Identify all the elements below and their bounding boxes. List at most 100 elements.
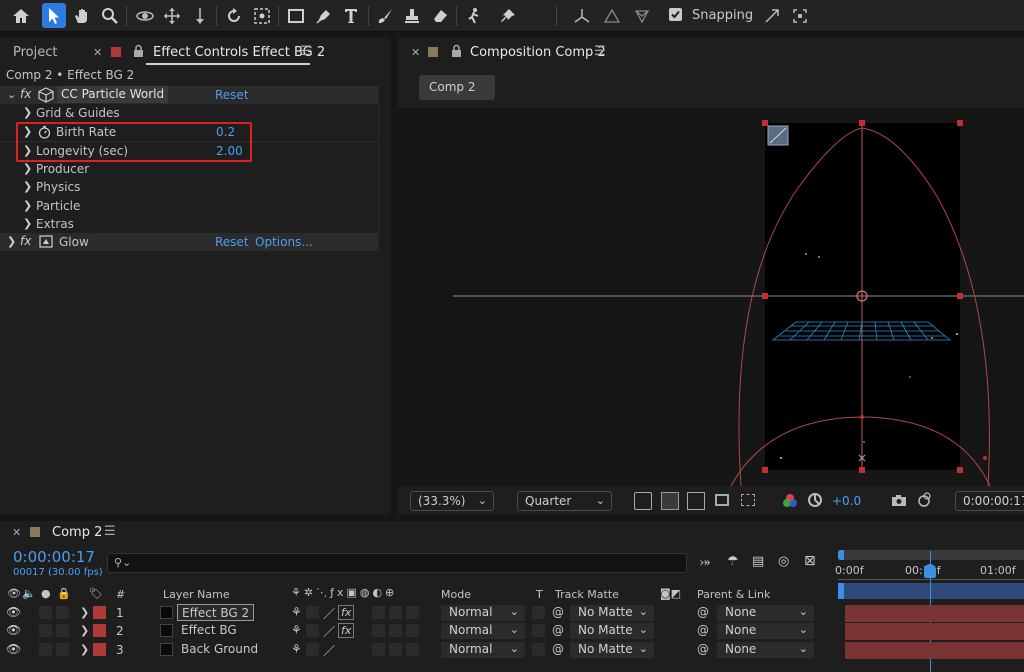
brush-tool-icon[interactable] <box>373 3 397 28</box>
layer-duration-bar[interactable] <box>845 623 1024 640</box>
pick-whip-icon[interactable]: @ <box>697 623 709 637</box>
track-matte-dropdown[interactable]: No Matte ⌄ <box>570 642 654 658</box>
resolution-dropdown[interactable]: Quarter ⌄ <box>517 491 612 511</box>
adjustment-switch[interactable] <box>389 643 402 656</box>
lock-icon[interactable] <box>133 44 144 57</box>
3d-layer-switch[interactable] <box>406 624 419 637</box>
lock-column-icon[interactable]: 🔒 <box>57 587 71 600</box>
close-tab-icon[interactable]: ✕ <box>411 46 420 59</box>
layer-color-label[interactable] <box>93 624 106 637</box>
preserve-transparency-switch[interactable] <box>532 624 545 637</box>
panel-menu-icon[interactable]: ☰ <box>300 44 312 59</box>
frame-blending-icon[interactable]: ▤ <box>752 554 764 569</box>
channel-icon[interactable] <box>782 493 798 509</box>
rotate-tool-icon[interactable] <box>222 3 246 28</box>
exposure-value[interactable]: +0.0 <box>832 494 861 508</box>
group-particle[interactable]: ❯ Particle <box>0 197 378 215</box>
snap-grid-icon[interactable] <box>788 3 812 28</box>
pan-behind-icon[interactable] <box>250 3 274 28</box>
grid-guides-icon[interactable] <box>741 494 755 506</box>
lock-switch[interactable] <box>56 624 69 637</box>
adjustment-switch[interactable] <box>389 624 402 637</box>
chevron-right-icon[interactable]: ❯ <box>7 235 16 248</box>
options-link[interactable]: Options... <box>255 235 313 249</box>
chevron-right-icon[interactable]: ❯ <box>23 217 32 230</box>
3d-layer-switch[interactable] <box>406 643 419 656</box>
pick-whip-icon[interactable]: @ <box>697 605 709 619</box>
current-timecode[interactable]: 0:00:00:17 <box>13 548 95 566</box>
eraser-tool-icon[interactable] <box>428 3 452 28</box>
eye-icon[interactable]: 👁 <box>6 623 21 637</box>
chevron-right-icon[interactable]: ❯ <box>23 106 32 119</box>
selection-tool-icon[interactable] <box>42 3 66 28</box>
motion-blur-switch[interactable] <box>372 606 385 619</box>
zoom-dropdown[interactable]: (33.3%) ⌄ <box>410 491 494 511</box>
orbit-camera-icon[interactable] <box>133 3 157 28</box>
timecode-field[interactable]: 0:00:00:17 <box>955 491 1024 511</box>
shy-switch-icon[interactable]: ⚘ <box>291 605 302 619</box>
preserve-transparency-switch[interactable] <box>532 606 545 619</box>
chevron-right-icon[interactable]: ❯ <box>23 199 32 212</box>
motion-blur-switch[interactable] <box>372 643 385 656</box>
layer-row[interactable]: 👁 ❯ 3 Back Ground ⚘ ／ Normal ⌄ @ No Matte… <box>0 641 1024 659</box>
puppet-pin-icon[interactable] <box>496 3 520 28</box>
quality-switch-icon[interactable]: ／ <box>323 623 335 640</box>
show-snapshot-icon[interactable] <box>915 492 933 508</box>
layer-color-label[interactable] <box>93 643 106 656</box>
chevron-right-icon[interactable]: ❯ <box>80 606 89 619</box>
reset-link[interactable]: Reset <box>215 88 249 102</box>
effect-name[interactable]: CC Particle World <box>57 86 169 103</box>
tab-timeline-comp[interactable]: Comp 2 <box>52 525 102 540</box>
track-matte-dropdown[interactable]: No Matte ⌄ <box>570 605 654 621</box>
mode-dropdown[interactable]: Normal ⌄ <box>441 605 525 621</box>
world-axis-icon[interactable] <box>600 3 624 28</box>
layer-row[interactable]: 👁 ❯ 1 Effect BG 2 ⚘ ／ fx Normal ⌄ @ No Ma… <box>0 604 1024 622</box>
dolly-camera-icon[interactable] <box>188 3 212 28</box>
fast-preview-icon[interactable] <box>634 492 652 510</box>
eye-icon[interactable]: 👁 <box>6 605 21 619</box>
type-tool-icon[interactable] <box>340 3 364 28</box>
fx-switch-icon[interactable]: fx <box>338 605 355 620</box>
layer-duration-bar[interactable] <box>845 642 1024 659</box>
adjustment-switch[interactable] <box>389 606 402 619</box>
solo-switch[interactable] <box>39 606 52 619</box>
collapse-switch[interactable] <box>306 624 319 637</box>
collapse-switch[interactable] <box>306 643 319 656</box>
transparency-grid-icon[interactable] <box>661 492 679 510</box>
preserve-transparency-switch[interactable] <box>532 643 545 656</box>
mode-dropdown[interactable]: Normal ⌄ <box>441 642 525 658</box>
chevron-right-icon[interactable]: ❯ <box>23 162 32 175</box>
layer-color-label[interactable] <box>93 606 106 619</box>
tab-composition[interactable]: Composition Comp 2 <box>470 45 606 60</box>
track-matte-dropdown[interactable]: No Matte ⌄ <box>570 623 654 639</box>
eye-icon[interactable]: 👁 <box>7 587 21 600</box>
view-axis-icon[interactable] <box>630 3 654 28</box>
close-tab-icon[interactable]: ✕ <box>93 46 102 59</box>
quality-switch-icon[interactable]: ／ <box>323 642 335 659</box>
solo-icon[interactable]: ● <box>41 587 51 600</box>
matte-link-icon[interactable]: @ <box>552 605 564 619</box>
graph-editor-icon[interactable]: ⊠ <box>804 553 816 569</box>
chevron-right-icon[interactable]: ❯ <box>80 643 89 656</box>
matte-link-icon[interactable]: @ <box>552 623 564 637</box>
snap-expand-icon[interactable] <box>760 3 784 28</box>
3d-layer-switch[interactable] <box>406 606 419 619</box>
quality-switch-icon[interactable]: ／ <box>323 605 335 622</box>
motion-blur-icon[interactable]: ◎ <box>778 554 789 569</box>
chevron-right-icon[interactable]: ❯ <box>80 624 89 637</box>
reset-exposure-icon[interactable] <box>807 492 823 508</box>
fx-icon[interactable]: fx <box>20 234 31 248</box>
hand-tool-icon[interactable] <box>70 3 94 28</box>
comp-button[interactable]: Comp 2 <box>419 75 495 100</box>
close-tab-icon[interactable]: ✕ <box>12 526 21 539</box>
roto-brush-icon[interactable] <box>462 3 486 28</box>
pan-camera-icon[interactable] <box>160 3 184 28</box>
effect-row-glow[interactable]: ❯ fx Glow Reset Options... <box>0 233 378 251</box>
snapshot-icon[interactable] <box>891 494 907 507</box>
layer-search-input[interactable]: ⚲⌄ <box>107 553 687 573</box>
lock-icon[interactable] <box>451 44 462 57</box>
panel-menu-icon[interactable]: ☰ <box>104 524 116 539</box>
lock-switch[interactable] <box>56 643 69 656</box>
viewer-canvas[interactable] <box>398 108 1024 486</box>
comp-flowchart-icon[interactable]: ⤖ <box>700 555 710 570</box>
